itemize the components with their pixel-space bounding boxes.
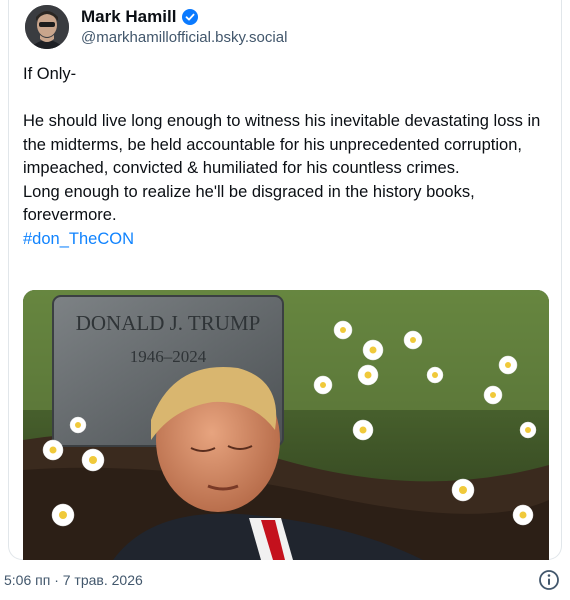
avatar-image: [25, 5, 69, 49]
post-image[interactable]: DONALD J. TRUMP 1946–2024: [23, 290, 549, 560]
info-icon[interactable]: [538, 569, 560, 591]
author-handle[interactable]: @markhamillofficial.bsky.social: [81, 29, 287, 46]
post-paragraph-2: Long enough to realize he'll be disgrace…: [23, 182, 475, 225]
headstone-name: DONALD J. TRUMP: [76, 311, 261, 335]
hashtag-link[interactable]: #don_TheCON: [23, 228, 553, 252]
post-image-illustration: DONALD J. TRUMP 1946–2024: [23, 290, 549, 560]
post-timestamp[interactable]: 5:06 пп · 7 трав. 2026: [4, 572, 143, 588]
verified-badge-icon: [182, 9, 199, 25]
post-line-1: If Only-: [23, 65, 77, 83]
post-paragraph: He should live long enough to witness hi…: [23, 112, 541, 177]
author-name-row: Mark Hamill: [81, 6, 199, 28]
post-text: If Only- He should live long enough to w…: [23, 63, 553, 251]
author-display-name[interactable]: Mark Hamill: [81, 7, 176, 27]
headstone-years: 1946–2024: [130, 347, 207, 366]
avatar[interactable]: [25, 5, 69, 49]
post-card: Mark Hamill @markhamillofficial.bsky.soc…: [8, 0, 562, 560]
